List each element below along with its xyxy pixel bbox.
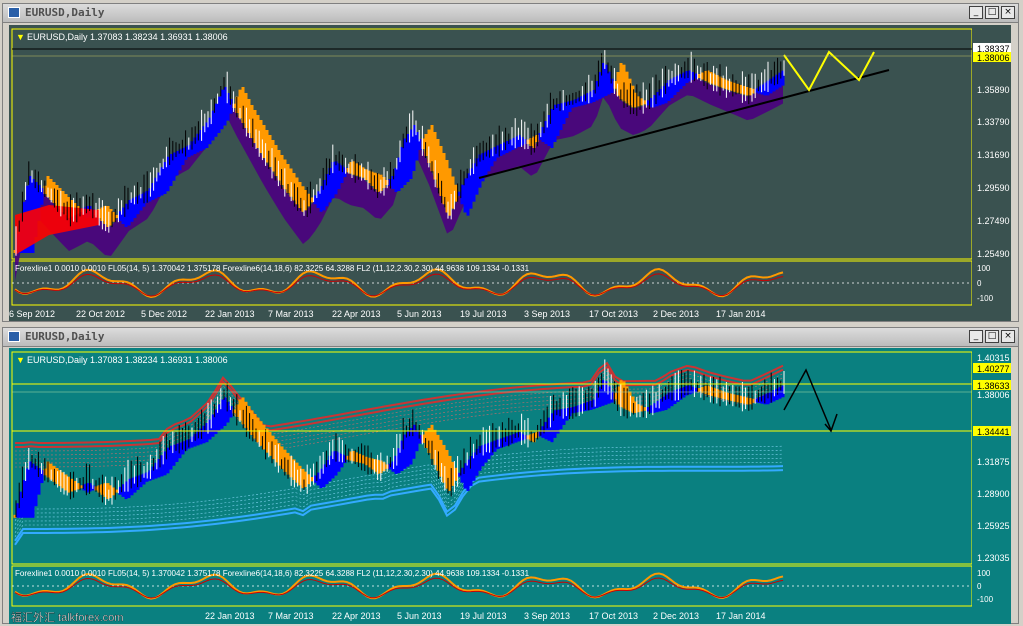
maximize-button[interactable]: □: [985, 330, 999, 343]
date-label: 5 Dec 2012: [141, 309, 187, 319]
close-button[interactable]: ×: [1001, 6, 1015, 19]
maximize-button[interactable]: □: [985, 6, 999, 19]
date-label: 22 Jan 2013: [205, 309, 255, 319]
window-titlebar[interactable]: EURUSD,Daily _ □ ×: [3, 328, 1018, 347]
price-label: 1.40277: [977, 364, 1010, 374]
indicator-label: Forexline1 0.0010 0.0010 FL05(14, 5) 1.3…: [15, 264, 530, 273]
date-label: 7 Mar 2013: [268, 309, 314, 319]
close-button[interactable]: ×: [1001, 330, 1015, 343]
date-label: 17 Oct 2013: [589, 309, 638, 319]
price-label: 1.25490: [977, 249, 1010, 259]
date-label: 22 Jan 2013: [205, 611, 255, 621]
header-arrow: ▼: [16, 355, 25, 365]
chart-window-2[interactable]: EURUSD,Daily _ □ × ▼ EURUSD,Daily 1.3708…: [2, 327, 1019, 624]
price-label: 1.25925: [977, 521, 1010, 531]
date-label: 5 Jun 2013: [397, 611, 442, 621]
date-label: 6 Sep 2012: [9, 309, 55, 319]
date-label: 22 Apr 2013: [332, 611, 381, 621]
date-label: 17 Jan 2014: [716, 611, 766, 621]
price-label: 1.34441: [977, 427, 1010, 437]
chart-icon: [8, 7, 20, 18]
date-label: 7 Mar 2013: [268, 611, 314, 621]
date-label: 17 Jan 2014: [716, 309, 766, 319]
price-label: 1.27490: [977, 216, 1010, 226]
price-label: 1.28900: [977, 489, 1010, 499]
price-label: 1.29590: [977, 183, 1010, 193]
date-label: 19 Jul 2013: [460, 611, 507, 621]
indicator-level: 100: [977, 569, 991, 578]
indicator-level: 100: [977, 264, 991, 273]
price-chart-1[interactable]: ▼ EURUSD,Daily 1.37083 1.38234 1.36931 1…: [9, 25, 1011, 321]
window-titlebar[interactable]: EURUSD,Daily _ □ ×: [3, 4, 1018, 23]
date-label: 3 Sep 2013: [524, 309, 570, 319]
indicator-level: -100: [977, 595, 994, 604]
date-label: 22 Apr 2013: [332, 309, 381, 319]
minimize-button[interactable]: _: [969, 6, 983, 19]
date-label: 2 Dec 2013: [653, 611, 699, 621]
price-label: 1.31875: [977, 457, 1010, 467]
window-title: EURUSD,Daily: [25, 6, 105, 19]
date-label: 22 Oct 2012: [76, 309, 125, 319]
price-label: 1.38006: [977, 53, 1010, 63]
date-label: 2 Dec 2013: [653, 309, 699, 319]
symbol-header: EURUSD,Daily 1.37083 1.38234 1.36931 1.3…: [27, 32, 228, 42]
price-axis: [972, 25, 1011, 321]
indicator-level: 0: [977, 582, 982, 591]
price-label: 1.40315: [977, 353, 1010, 363]
date-label: 5 Jun 2013: [397, 309, 442, 319]
minimize-button[interactable]: _: [969, 330, 983, 343]
indicator-label: Forexline1 0.0010 0.0010 FL05(14, 5) 1.3…: [15, 569, 530, 578]
indicator-level: 0: [977, 279, 982, 288]
price-label: 1.23035: [977, 553, 1010, 563]
symbol-header: EURUSD,Daily 1.37083 1.38234 1.36931 1.3…: [27, 355, 228, 365]
header-arrow: ▼: [16, 32, 25, 42]
chart-icon: [8, 331, 20, 342]
watermark: 福汇外汇 talkforex.com: [11, 610, 123, 624]
date-label: 19 Jul 2013: [460, 309, 507, 319]
chart-background: [9, 348, 1011, 624]
window-title: EURUSD,Daily: [25, 330, 105, 343]
chart-window-1[interactable]: EURUSD,Daily _ □ × ▼ EURUSD,Daily 1.3708…: [2, 3, 1019, 322]
indicator-level: -100: [977, 294, 994, 303]
price-label: 1.31690: [977, 150, 1010, 160]
price-chart-2[interactable]: ▼ EURUSD,Daily 1.37083 1.38234 1.36931 1…: [9, 348, 1011, 624]
date-label: 3 Sep 2013: [524, 611, 570, 621]
price-label: 1.38006: [977, 390, 1010, 400]
price-label: 1.35890: [977, 85, 1010, 95]
date-label: 17 Oct 2013: [589, 611, 638, 621]
price-label: 1.33790: [977, 117, 1010, 127]
